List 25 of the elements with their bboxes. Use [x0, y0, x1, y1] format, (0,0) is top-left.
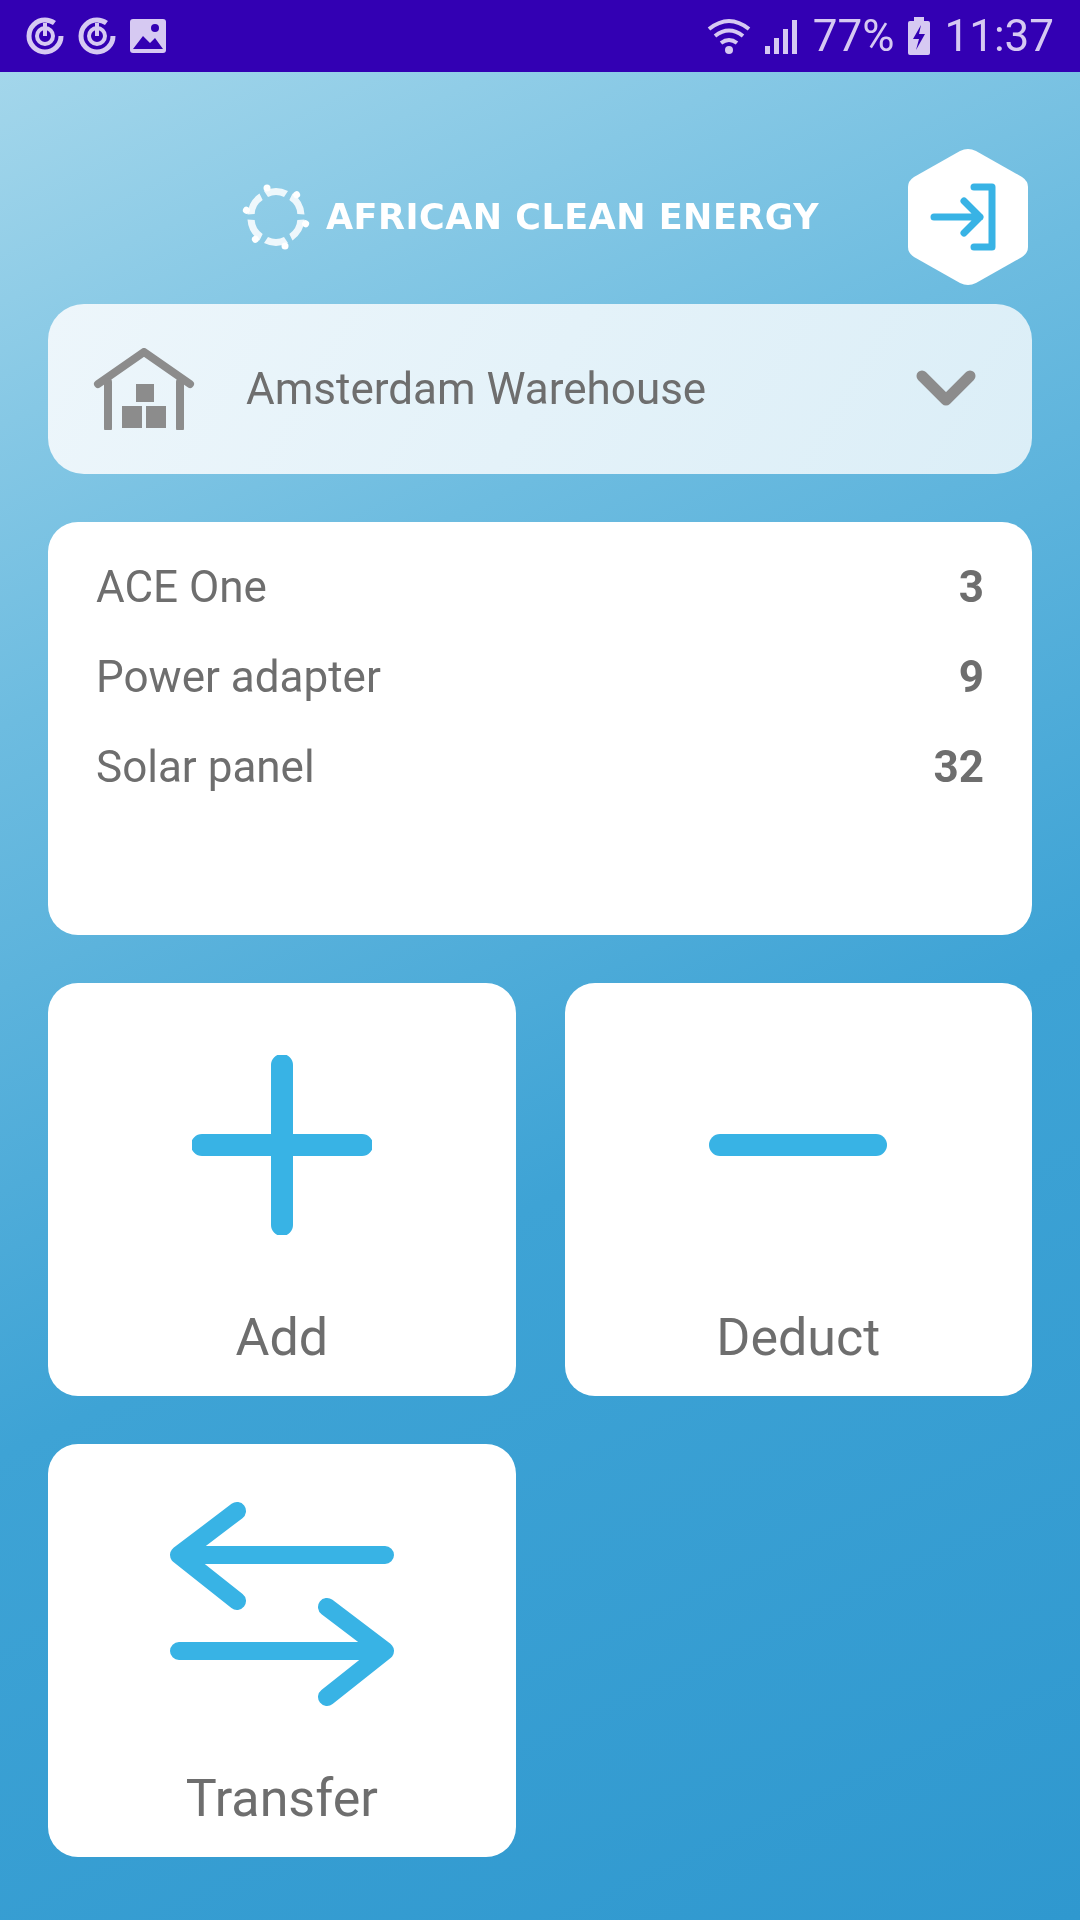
warehouse-icon	[92, 348, 196, 430]
warehouse-dropdown[interactable]: Amsterdam Warehouse	[48, 304, 1032, 474]
item-name: Solar panel	[96, 741, 315, 793]
item-name: Power adapter	[96, 651, 381, 703]
item-count: 9	[958, 651, 984, 703]
battery-charging-icon	[908, 17, 931, 55]
plus-icon	[191, 1055, 372, 1235]
item-name: ACE One	[96, 561, 267, 613]
clock-time: 11:37	[944, 14, 1054, 58]
signal-icon	[764, 18, 799, 54]
wifi-icon	[706, 17, 751, 55]
item-count: 32	[933, 741, 984, 793]
warehouse-name: Amsterdam Warehouse	[246, 363, 708, 415]
logo-text: AFRICAN CLEAN ENERGY	[326, 197, 820, 237]
sync-icon	[78, 17, 116, 55]
deduct-button[interactable]: Deduct	[564, 983, 1032, 1396]
sync-icon	[26, 17, 64, 55]
minus-icon	[708, 1133, 889, 1157]
add-button[interactable]: Add	[48, 983, 516, 1396]
login-button[interactable]	[906, 147, 1030, 287]
chevron-down-icon	[916, 370, 976, 408]
transfer-button[interactable]: Transfer	[48, 1444, 516, 1857]
image-icon	[130, 19, 166, 53]
battery-percentage: 77%	[812, 14, 895, 58]
item-count: 3	[958, 561, 984, 613]
